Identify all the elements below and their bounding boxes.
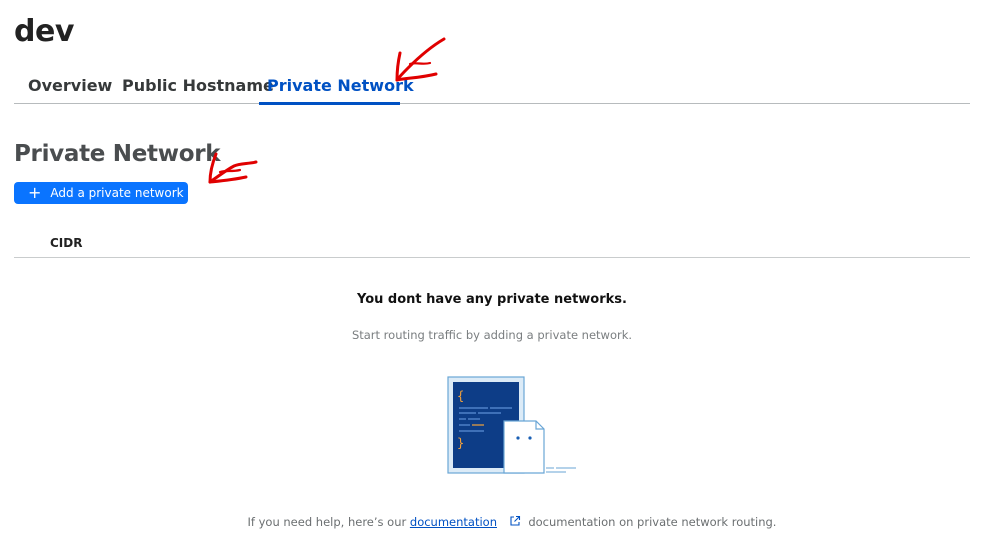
table-header: CIDR: [14, 225, 970, 258]
annotation-arrow-tab: [395, 37, 446, 82]
svg-text:}: }: [457, 436, 464, 450]
svg-text:{: {: [457, 389, 464, 403]
external-link-icon[interactable]: [509, 515, 521, 527]
add-button-label: Add a private network: [50, 186, 184, 200]
empty-state-title: You dont have any private networks.: [357, 292, 627, 307]
empty-state-illustration-icon: { }: [447, 376, 576, 474]
tab-overview[interactable]: Overview: [28, 76, 112, 95]
help-suffix: documentation on private network routing…: [528, 515, 777, 529]
tab-public-hostname[interactable]: Public Hostname: [122, 76, 274, 95]
add-private-network-button[interactable]: + Add a private network: [14, 182, 188, 204]
help-prefix: If you need help, here’s our: [247, 515, 407, 529]
active-tab-indicator: [259, 102, 400, 105]
annotation-arrow-section: [208, 152, 258, 184]
column-header-cidr[interactable]: CIDR: [50, 236, 82, 250]
documentation-link[interactable]: documentation: [410, 515, 497, 529]
page-title: dev: [14, 14, 74, 49]
help-text: If you need help, here’s our documentati…: [0, 515, 984, 529]
empty-state-subtitle: Start routing traffic by adding a privat…: [351, 328, 633, 342]
tab-bar: Overview Public Hostname Private Network: [14, 70, 970, 105]
plus-icon: +: [28, 183, 42, 202]
section-title: Private Network: [14, 141, 221, 167]
